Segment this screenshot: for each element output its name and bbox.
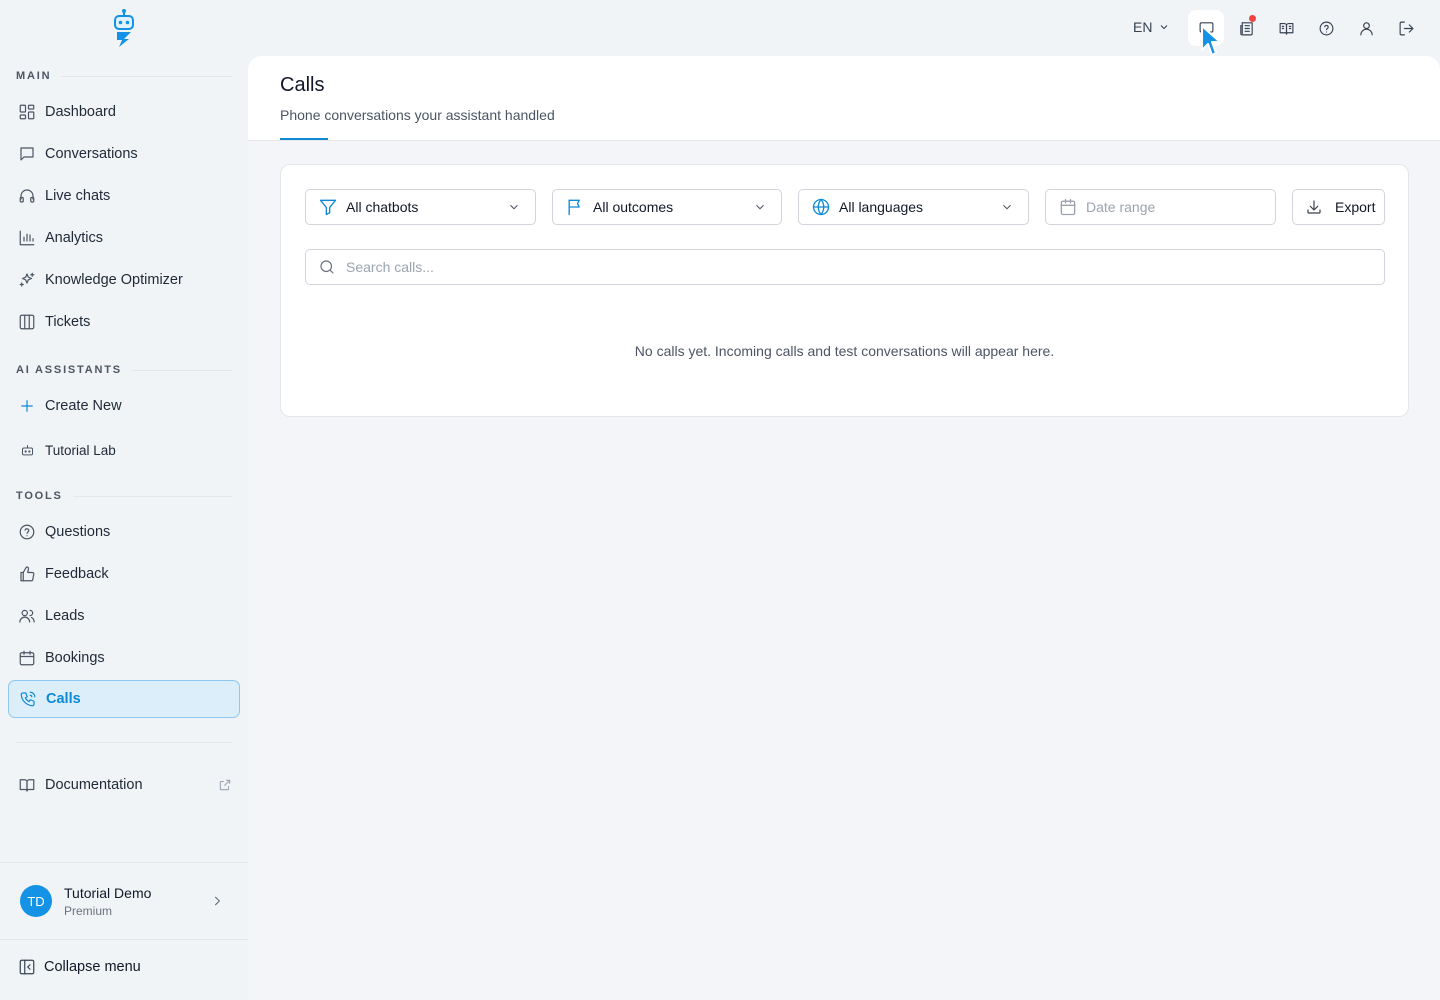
export-label: Export xyxy=(1335,199,1376,215)
section-main-label: MAIN xyxy=(16,70,232,82)
sidebar-item-create-new[interactable]: Create New xyxy=(8,387,240,425)
sidebar-collapse-icon xyxy=(18,958,36,976)
page-title: Calls xyxy=(280,74,325,96)
help-circle-icon[interactable] xyxy=(1308,10,1344,46)
newspaper-icon[interactable] xyxy=(1228,10,1264,46)
chevron-down-icon xyxy=(507,200,521,214)
collapse-menu-label: Collapse menu xyxy=(44,959,141,975)
search-icon xyxy=(318,258,336,276)
search-input[interactable] xyxy=(346,259,1346,275)
search-field[interactable] xyxy=(305,249,1385,285)
sparkles-icon xyxy=(17,270,37,290)
language-filter[interactable]: All languages xyxy=(798,189,1029,225)
calendar-icon xyxy=(1058,197,1078,217)
avatar: TD xyxy=(20,885,52,917)
section-tools-label: TOOLS xyxy=(16,490,232,502)
sidebar-item-conversations[interactable]: Conversations xyxy=(8,135,240,173)
robot-logo-icon[interactable] xyxy=(108,8,140,48)
page-header: Calls Phone conversations your assistant… xyxy=(248,56,1440,141)
globe-icon xyxy=(811,197,831,217)
sidebar-item-label: Feedback xyxy=(45,566,109,582)
sidebar-item-label: Leads xyxy=(45,608,85,624)
section-assistants-label: AI ASSISTANTS xyxy=(16,364,232,376)
help-circle-icon xyxy=(17,522,37,542)
page-subtitle: Phone conversations your assistant handl… xyxy=(280,107,555,123)
sidebar-item-label: Calls xyxy=(46,691,81,707)
main-content: Calls Phone conversations your assistant… xyxy=(248,56,1440,1000)
filter-icon xyxy=(318,197,338,217)
sidebar-item-analytics[interactable]: Analytics xyxy=(8,219,240,257)
thumbs-up-icon xyxy=(17,564,37,584)
dashboard-icon xyxy=(17,102,37,122)
chatbot-filter-label: All chatbots xyxy=(346,199,419,215)
sidebar-item-calls[interactable]: Calls xyxy=(8,680,240,718)
chevron-down-icon xyxy=(1152,21,1170,33)
chevron-right-icon xyxy=(210,894,224,908)
date-range-picker[interactable]: Date range xyxy=(1045,189,1276,225)
sidebar-item-feedback[interactable]: Feedback xyxy=(8,555,240,593)
sidebar-item-tutorial-lab[interactable]: Tutorial Lab xyxy=(8,431,240,469)
sidebar-item-label: Create New xyxy=(45,398,122,414)
title-underline xyxy=(280,138,328,140)
sidebar-item-tickets[interactable]: Tickets xyxy=(8,303,240,341)
external-link-icon xyxy=(218,778,232,792)
sidebar-item-dashboard[interactable]: Dashboard xyxy=(8,93,240,131)
bot-icon xyxy=(17,440,37,460)
sidebar-item-leads[interactable]: Leads xyxy=(8,597,240,635)
book-icon xyxy=(17,775,37,795)
monitor-icon[interactable] xyxy=(1188,10,1224,46)
date-range-placeholder: Date range xyxy=(1086,199,1156,215)
plus-icon xyxy=(17,396,37,416)
message-icon xyxy=(17,144,37,164)
columns-icon xyxy=(17,312,37,332)
empty-state-message: No calls yet. Incoming calls and test co… xyxy=(634,343,1055,359)
sidebar-item-label: Documentation xyxy=(45,777,143,793)
user-profile[interactable]: TD Tutorial Demo Premium xyxy=(0,862,248,940)
sidebar-item-label: Bookings xyxy=(45,650,105,666)
users-icon xyxy=(17,606,37,626)
sidebar-item-label: Knowledge Optimizer xyxy=(45,272,183,288)
sidebar-item-label: Dashboard xyxy=(45,104,116,120)
sidebar-item-label: Live chats xyxy=(45,188,111,204)
user-plan: Premium xyxy=(64,903,113,918)
outcome-filter-label: All outcomes xyxy=(593,199,674,215)
flag-icon xyxy=(565,197,585,217)
sidebar-item-label: Questions xyxy=(45,524,111,540)
book-open-icon[interactable] xyxy=(1268,10,1304,46)
sidebar-item-documentation[interactable]: Documentation xyxy=(8,766,240,804)
download-icon xyxy=(1305,198,1323,216)
sidebar-item-label: Conversations xyxy=(45,146,138,162)
sidebar-item-knowledge-optimizer[interactable]: Knowledge Optimizer xyxy=(8,261,240,299)
sidebar-divider xyxy=(16,742,232,743)
calendar-icon xyxy=(17,648,37,668)
calls-card: All chatbots All outcomes All languages … xyxy=(280,164,1409,417)
notification-dot xyxy=(1249,15,1256,22)
sidebar: MAIN Dashboard Conversations Live chats … xyxy=(0,0,248,1000)
chatbot-filter[interactable]: All chatbots xyxy=(305,189,536,225)
user-icon[interactable] xyxy=(1348,10,1384,46)
export-button[interactable]: Export xyxy=(1292,189,1385,225)
headphones-icon xyxy=(17,186,37,206)
outcome-filter[interactable]: All outcomes xyxy=(552,189,782,225)
sidebar-item-live-chats[interactable]: Live chats xyxy=(8,177,240,215)
sidebar-item-label: Tickets xyxy=(45,314,91,330)
user-name: Tutorial Demo xyxy=(64,884,152,901)
bar-chart-icon xyxy=(17,228,37,248)
collapse-menu-button[interactable]: Collapse menu xyxy=(18,958,141,976)
sidebar-item-bookings[interactable]: Bookings xyxy=(8,639,240,677)
sidebar-item-label: Tutorial Lab xyxy=(45,442,116,458)
sidebar-item-label: Analytics xyxy=(45,230,104,246)
chevron-down-icon xyxy=(753,200,767,214)
sidebar-item-questions[interactable]: Questions xyxy=(8,513,240,551)
logout-icon[interactable] xyxy=(1388,10,1424,46)
language-filter-label: All languages xyxy=(839,199,924,215)
phone-icon xyxy=(18,689,38,709)
language-selector[interactable]: EN xyxy=(1133,19,1170,35)
chevron-down-icon xyxy=(1000,200,1014,214)
language-label: EN xyxy=(1133,19,1153,35)
